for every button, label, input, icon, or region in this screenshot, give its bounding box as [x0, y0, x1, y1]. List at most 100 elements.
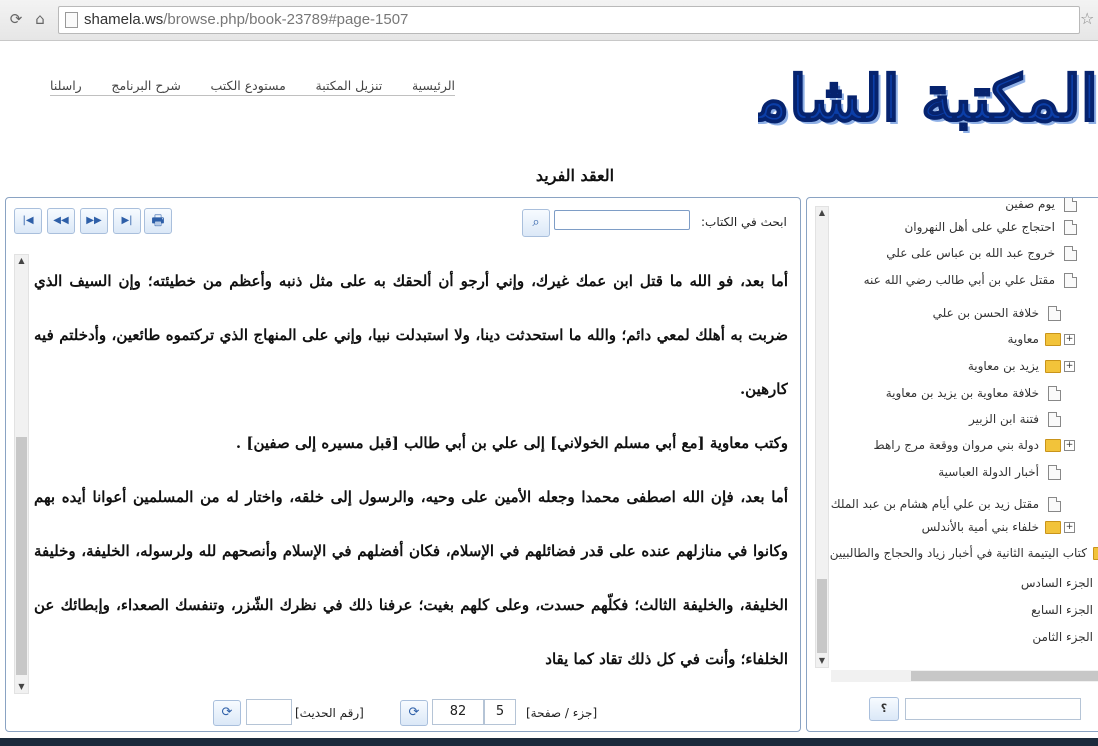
tree-item[interactable]: الجزء السادس — [831, 573, 1098, 593]
tree-item[interactable]: يوم صفين — [831, 197, 1098, 214]
scrollbar-thumb[interactable] — [16, 437, 27, 675]
book-title: العقد الفريد — [535, 166, 615, 185]
reader-panel: |◀ ◀◀ ▶▶ ▶| 🖶 ابحث في الكتاب: ⌕ ▲ ▼ أما … — [5, 197, 801, 732]
search-label: ابحث في الكتاب: — [701, 215, 787, 229]
top-navigation: الرئيسية تنزيل المكتبة مستودع الكتب شرح … — [50, 78, 455, 96]
document-icon — [1064, 273, 1077, 288]
tree-item-label: مقتل علي بن أبي طالب رضي الله عنه — [863, 273, 1055, 287]
search-icon[interactable]: ⌕ — [522, 209, 550, 237]
tree-item-label: احتجاج علي على أهل النهروان — [904, 220, 1055, 234]
page-icon — [65, 12, 78, 28]
page-input[interactable]: 82 — [432, 699, 484, 725]
folder-icon — [1093, 547, 1098, 560]
next-page-button[interactable]: ▶▶ — [80, 208, 108, 234]
os-taskbar — [0, 738, 1098, 746]
tree-item[interactable]: معاوية + — [831, 329, 1098, 349]
tree-item[interactable]: الجزء السابع — [831, 600, 1098, 620]
text-paragraph: أما بعد، فإن الله اصطفى محمدا وجعله الأم… — [34, 488, 788, 668]
folder-icon — [1045, 439, 1061, 452]
tree-item[interactable]: أخبار الدولة العباسية — [831, 462, 1098, 482]
nav-contact[interactable]: راسلنا — [50, 78, 82, 95]
tree-item[interactable]: خلافة الحسن بن علي — [831, 303, 1098, 323]
tree-help-button[interactable]: ؟ — [869, 697, 899, 721]
text-paragraph: أما بعد، فو الله ما قتل ابن عمك غيرك، وإ… — [34, 272, 788, 398]
home-icon[interactable]: ⌂ — [30, 9, 50, 29]
folder-icon — [1045, 360, 1061, 373]
first-page-button[interactable]: |◀ — [14, 208, 42, 234]
book-text: أما بعد، فو الله ما قتل ابن عمك غيرك، وإ… — [34, 254, 788, 684]
scrollbar-thumb[interactable] — [911, 671, 1098, 681]
toc-tree-panel: ▲ ▼ يوم صفين احتجاج علي على أهل النهروان خ… — [806, 197, 1098, 732]
tree-item-label: أخبار الدولة العباسية — [938, 465, 1039, 479]
tree-item-label: خلفاء بني أمية بالأندلس — [921, 520, 1039, 534]
nav-help[interactable]: شرح البرنامج — [111, 78, 180, 95]
browser-toolbar: ⟳ ⌂ shamela.ws/browse.php/book-23789#pag… — [0, 0, 1098, 41]
expand-plus-icon[interactable]: + — [1064, 361, 1075, 372]
tree-scrollbar[interactable]: ▲ ▼ — [815, 206, 829, 668]
url-text: shamela.ws/browse.php/book-23789#page-15… — [84, 11, 409, 28]
text-paragraph: وكتب معاوية [مع أبي مسلم الخولاني] إلى ع… — [235, 434, 788, 452]
document-icon — [1064, 198, 1077, 212]
document-icon — [1048, 412, 1061, 427]
tree-item-label: يزيد بن معاوية — [967, 359, 1039, 373]
tree-item[interactable]: خروج عبد الله بن عباس على علي — [831, 243, 1098, 263]
tree-item[interactable]: خلافة معاوية بن يزيد بن معاوية — [831, 383, 1098, 403]
tree-item-label: خروج عبد الله بن عباس على علي — [886, 246, 1055, 260]
document-icon — [1048, 386, 1061, 401]
tree-item[interactable]: فتنة ابن الزبير — [831, 409, 1098, 429]
hadith-input[interactable] — [246, 699, 292, 725]
scrollbar-thumb[interactable] — [817, 579, 827, 653]
scroll-up-icon[interactable]: ▲ — [15, 255, 28, 267]
tree-horizontal-scrollbar[interactable] — [831, 670, 1098, 682]
tree-item[interactable]: احتجاج علي على أهل النهروان — [831, 217, 1098, 237]
prev-page-button[interactable]: ◀◀ — [47, 208, 75, 234]
document-icon — [1064, 220, 1077, 235]
address-bar[interactable]: shamela.ws/browse.php/book-23789#page-15… — [58, 6, 1080, 34]
tree-item-label: الجزء الثامن — [1032, 630, 1093, 644]
nav-books-repo[interactable]: مستودع الكتب — [211, 78, 286, 95]
tree-item-label: يوم صفين — [1005, 197, 1055, 211]
expand-plus-icon[interactable]: + — [1064, 440, 1075, 451]
site-logo[interactable]: المكتبة الشاملة — [758, 44, 1098, 154]
tree-item-label: معاوية — [1007, 332, 1039, 346]
folder-icon — [1045, 333, 1061, 346]
reader-footer: [جزء / صفحة] 5 82 ⟳ [رقم الحديث] ⟳ — [6, 698, 800, 728]
tree-item[interactable]: يزيد بن معاوية + — [831, 356, 1098, 376]
text-scrollbar[interactable]: ▲ ▼ — [14, 254, 29, 694]
book-search-input[interactable] — [554, 210, 690, 230]
tree-item-label: خلافة الحسن بن علي — [932, 306, 1039, 320]
tree-item-label: دولة بني مروان ووقعة مرج راهط — [873, 438, 1039, 452]
folder-icon — [1045, 521, 1061, 534]
document-icon — [1064, 246, 1077, 261]
tree-item[interactable]: مقتل علي بن أبي طالب رضي الله عنه — [831, 270, 1098, 290]
part-input[interactable]: 5 — [484, 699, 516, 725]
part-page-label: [جزء / صفحة] — [526, 706, 598, 720]
tree-item[interactable]: الجزء الثامن — [831, 627, 1098, 647]
scroll-up-icon[interactable]: ▲ — [816, 207, 828, 219]
tree-item-label: فتنة ابن الزبير — [968, 412, 1039, 426]
tree-item-label: خلافة معاوية بن يزيد بن معاوية — [885, 386, 1039, 400]
print-icon[interactable]: 🖶 — [144, 208, 172, 234]
nav-download[interactable]: تنزيل المكتبة — [316, 78, 383, 95]
reload-icon[interactable]: ⟳ — [6, 9, 26, 29]
expand-plus-icon[interactable]: + — [1064, 522, 1075, 533]
document-icon — [1048, 497, 1061, 512]
tree-item[interactable]: خلفاء بني أمية بالأندلس + — [831, 517, 1098, 537]
go-page-icon[interactable]: ⟳ — [400, 700, 428, 726]
document-icon — [1048, 465, 1061, 480]
tree-item[interactable]: دولة بني مروان ووقعة مرج راهط + — [831, 435, 1098, 455]
hadith-label: [رقم الحديث] — [295, 706, 364, 720]
tree-item[interactable]: مقتل زيد بن علي أيام هشام بن عبد الملك — [831, 494, 1098, 514]
expand-plus-icon[interactable]: + — [1064, 334, 1075, 345]
tree-item[interactable]: كتاب اليتيمة الثانية في أخبار زياد والحج… — [830, 543, 1098, 563]
document-icon — [1048, 306, 1061, 321]
bookmark-star-icon[interactable]: ☆ — [1080, 9, 1094, 28]
scroll-down-icon[interactable]: ▼ — [816, 655, 828, 667]
tree-search-input[interactable] — [905, 698, 1081, 720]
nav-home[interactable]: الرئيسية — [412, 78, 455, 95]
go-hadith-icon[interactable]: ⟳ — [213, 700, 241, 726]
last-page-button[interactable]: ▶| — [113, 208, 141, 234]
tree-item-label: مقتل زيد بن علي أيام هشام بن عبد الملك — [830, 497, 1039, 511]
scroll-down-icon[interactable]: ▼ — [15, 681, 28, 693]
tree-item-label: الجزء السادس — [1020, 576, 1093, 590]
